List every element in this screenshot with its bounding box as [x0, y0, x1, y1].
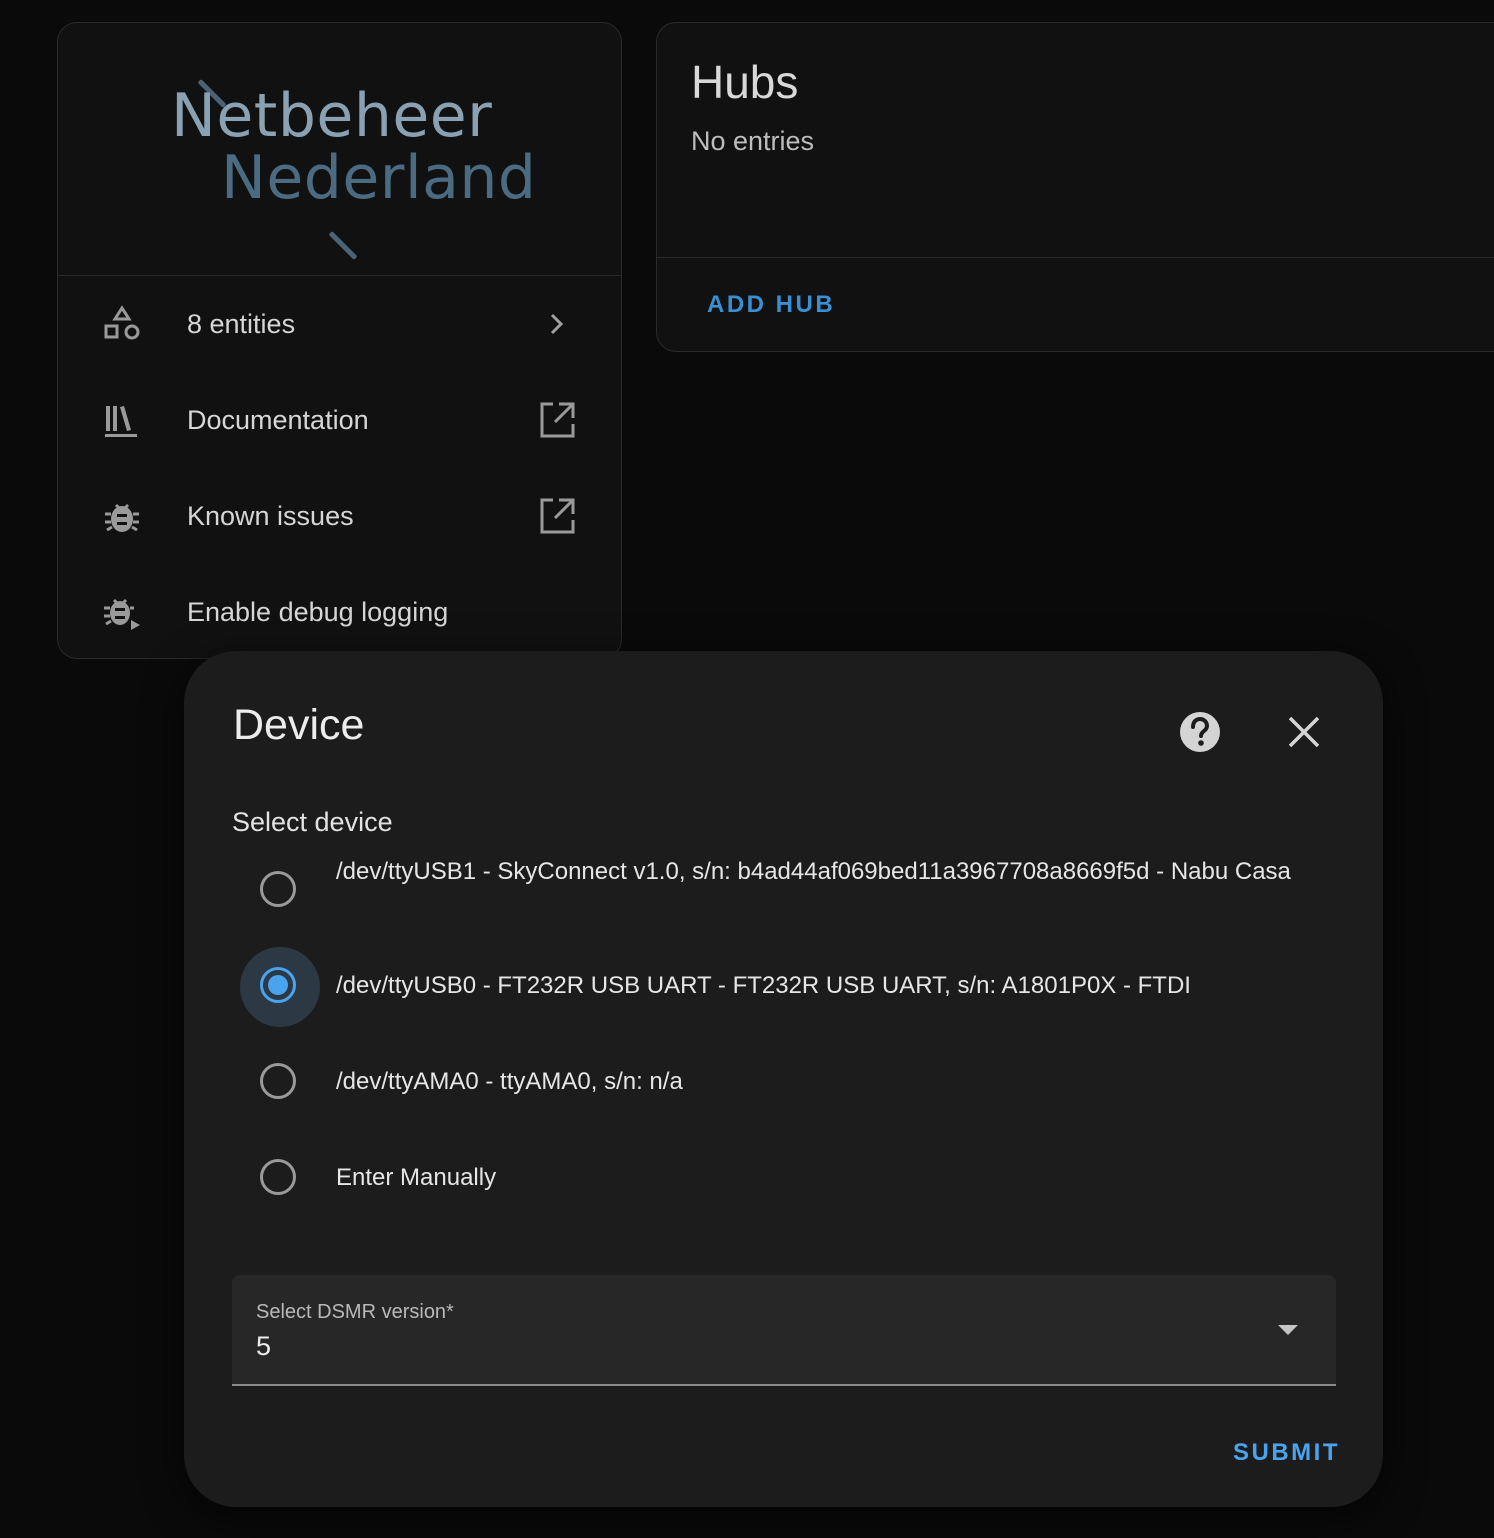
bug-play-icon — [104, 598, 140, 630]
integration-card: Netbeheer Nederland 8 entities Documenta… — [57, 22, 622, 659]
integration-logo: Netbeheer Nederland — [58, 23, 621, 276]
radio-dot — [268, 1071, 288, 1091]
menu-item-known-issues[interactable]: Known issues — [58, 468, 621, 564]
logo-slash-bottom — [328, 231, 358, 260]
radio-label: Enter Manually — [336, 1164, 497, 1191]
select-device-label: Select device — [232, 807, 393, 837]
select-value: 5 — [256, 1331, 272, 1361]
library-icon — [105, 406, 137, 437]
hubs-title: Hubs — [691, 56, 799, 108]
dsmr-version-select[interactable]: Select DSMR version* 5 — [232, 1275, 1336, 1386]
help-icon[interactable] — [1178, 710, 1222, 754]
open-in-new-icon — [540, 402, 575, 438]
menu-item-label: Known issues — [187, 501, 354, 531]
radio-label: /dev/ttyUSB0 - FT232R USB UART - FT232R … — [336, 972, 1191, 999]
radio-dot — [268, 1167, 288, 1187]
radio-dot — [268, 975, 288, 995]
radio-dot — [268, 879, 288, 899]
logo-text-line2: Nederland — [221, 143, 537, 213]
menu-item-label: 8 entities — [187, 309, 296, 339]
menu-item-debug-logging[interactable]: Enable debug logging — [58, 564, 621, 658]
menu-item-label: Enable debug logging — [187, 597, 449, 627]
dialog-title: Device — [233, 701, 365, 749]
dropdown-arrow-icon[interactable] — [1278, 1325, 1298, 1335]
divider — [657, 257, 1494, 258]
chevron-right-icon — [550, 313, 564, 335]
hubs-card: Hubs No entries ADD HUB — [656, 22, 1494, 352]
radio-label: /dev/ttyUSB1 - SkyConnect v1.0, s/n: b4a… — [336, 858, 1291, 885]
hubs-empty-text: No entries — [691, 126, 815, 156]
open-in-new-icon — [540, 498, 575, 534]
add-hub-button[interactable]: ADD HUB — [707, 291, 835, 319]
device-dialog: Device Select device /dev/ttyUSB1 - SkyC… — [184, 651, 1383, 1507]
select-label: Select DSMR version* — [256, 1301, 454, 1323]
menu-item-entities[interactable]: 8 entities — [58, 276, 621, 372]
menu-item-label: Documentation — [187, 405, 369, 435]
close-icon[interactable] — [1282, 710, 1326, 754]
menu-item-documentation[interactable]: Documentation — [58, 372, 621, 468]
bug-icon — [105, 503, 139, 532]
radio-label: /dev/ttyAMA0 - ttyAMA0, s/n: n/a — [336, 1068, 683, 1095]
shapes-icon — [104, 305, 140, 340]
page: Netbeheer Nederland 8 entities Documenta… — [0, 0, 1494, 1538]
submit-button[interactable]: SUBMIT — [1233, 1439, 1340, 1467]
logo-text-line1: Netbeheer — [171, 81, 493, 151]
